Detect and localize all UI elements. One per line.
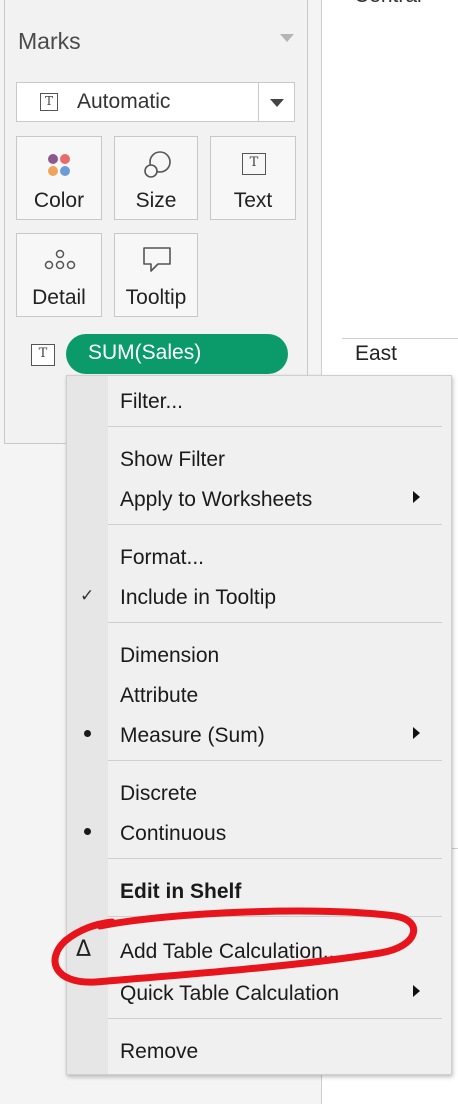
menu-item-remove[interactable]: Remove: [120, 1040, 198, 1064]
color-icon: [48, 154, 70, 176]
menu-item-dimension[interactable]: Dimension: [120, 644, 219, 668]
tooltip-icon: [143, 247, 171, 272]
pill-label: SUM(Sales): [88, 341, 202, 364]
color-button[interactable]: Color: [16, 136, 102, 220]
marks-card-menu-icon[interactable]: [280, 34, 294, 42]
submenu-arrow-icon: [413, 491, 420, 503]
dropdown-divider: [258, 83, 259, 121]
menu-separator: [108, 426, 442, 427]
marks-title: Marks: [18, 28, 81, 54]
menu-item-format[interactable]: Format...: [120, 546, 204, 570]
tooltip-button-label: Tooltip: [125, 286, 187, 309]
size-icon: [144, 151, 171, 178]
checkmark-icon: ✓: [80, 586, 95, 606]
submenu-arrow-icon: [413, 985, 420, 997]
text-button-label: Text: [233, 189, 273, 212]
row-header-central: Central: [354, 0, 422, 8]
delta-icon: Δ: [76, 937, 92, 962]
menu-item-apply-to-worksheets[interactable]: Apply to Worksheets: [120, 488, 312, 512]
text-button[interactable]: T Text: [210, 136, 296, 220]
menu-separator: [108, 524, 442, 525]
menu-item-quick-table-calculation[interactable]: Quick Table Calculation: [120, 982, 339, 1006]
menu-item-attribute[interactable]: Attribute: [120, 684, 198, 708]
detail-button-label: Detail: [32, 286, 86, 309]
mark-type-label: Automatic: [77, 90, 171, 113]
menu-separator: [108, 622, 442, 623]
tooltip-button[interactable]: Tooltip: [114, 233, 198, 317]
menu-item-add-table-calculation[interactable]: Add Table Calculation...: [120, 940, 340, 964]
size-button[interactable]: Size: [114, 136, 198, 220]
menu-item-discrete[interactable]: Discrete: [120, 782, 197, 806]
row-divider: [342, 338, 458, 339]
text-icon: T: [242, 153, 266, 175]
detail-button[interactable]: Detail: [16, 233, 102, 317]
row-header-east: East: [355, 342, 398, 365]
text-encoding-icon[interactable]: T: [31, 344, 55, 366]
menu-separator: [108, 1018, 442, 1019]
submenu-arrow-icon: [413, 727, 420, 739]
chevron-down-icon[interactable]: [270, 99, 284, 107]
menu-item-edit-in-shelf[interactable]: Edit in Shelf: [120, 880, 241, 904]
bullet-icon: [84, 828, 91, 835]
menu-item-show-filter[interactable]: Show Filter: [120, 448, 225, 472]
menu-item-continuous[interactable]: Continuous: [120, 822, 226, 846]
menu-item-measure-sum[interactable]: Measure (Sum): [120, 724, 265, 748]
menu-item-include-in-tooltip[interactable]: Include in Tooltip: [120, 586, 276, 610]
color-button-label: Color: [33, 189, 85, 212]
menu-separator: [108, 858, 442, 859]
context-menu-gutter: [67, 376, 108, 1074]
size-button-label: Size: [135, 189, 177, 212]
menu-item-filter[interactable]: Filter...: [120, 390, 183, 414]
bullet-icon: [84, 730, 91, 737]
text-mark-icon: T: [40, 93, 58, 111]
menu-separator: [108, 760, 442, 761]
detail-icon: [44, 249, 76, 270]
menu-separator: [108, 916, 442, 917]
